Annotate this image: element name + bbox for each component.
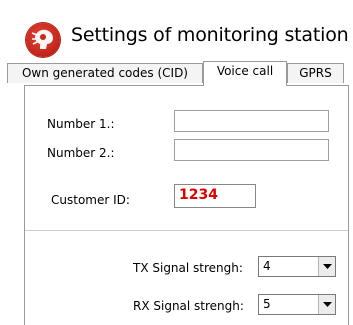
number1-label: Number 1.: xyxy=(47,117,115,131)
tx-signal-label: TX Signal strengh: xyxy=(133,261,243,275)
header: Settings of monitoring station xyxy=(0,0,353,60)
customer-id-field[interactable]: 1234 xyxy=(174,184,256,208)
tab-gprs[interactable]: GPRS xyxy=(287,63,344,83)
chevron-down-icon xyxy=(323,302,332,307)
number2-field[interactable] xyxy=(174,139,329,161)
rx-dropdown-button[interactable] xyxy=(318,295,335,314)
tab-bar: Own generated codes (CID) Voice call GPR… xyxy=(0,61,353,86)
tab-voice-call[interactable]: Voice call xyxy=(203,61,287,86)
rx-signal-value: 5 xyxy=(263,297,271,311)
chevron-down-icon xyxy=(323,264,332,269)
customer-id-label: Customer ID: xyxy=(51,193,130,207)
rx-signal-select[interactable]: 5 xyxy=(258,294,336,315)
tab-own-generated-codes[interactable]: Own generated codes (CID) xyxy=(7,63,203,83)
tx-dropdown-button[interactable] xyxy=(318,257,335,276)
section-divider xyxy=(25,230,348,231)
rx-signal-label: RX Signal strengh: xyxy=(133,299,244,313)
page-title: Settings of monitoring station xyxy=(71,24,349,46)
tx-signal-select[interactable]: 4 xyxy=(258,256,336,277)
number2-label: Number 2.: xyxy=(47,146,115,160)
tx-signal-value: 4 xyxy=(263,259,271,273)
number1-field[interactable] xyxy=(174,110,329,132)
station-logo-icon xyxy=(26,23,60,57)
voice-call-panel: Number 1.: Number 2.: Customer ID: 1234 … xyxy=(24,85,349,325)
